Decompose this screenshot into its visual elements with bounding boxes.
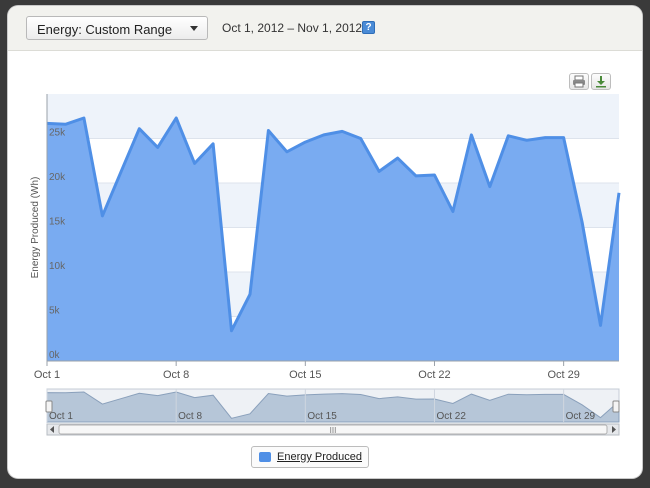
navigator-label: Oct 29 bbox=[566, 411, 596, 422]
navigator-label: Oct 1 bbox=[49, 411, 73, 422]
y-tick-label: 15k bbox=[49, 217, 66, 228]
legend-label: Energy Produced bbox=[277, 451, 362, 463]
energy-chart: 0k 5k 10k 15k 20k 25k Energy Produced (Wh) Oct … bbox=[30, 94, 621, 436]
x-tick-label: Oct 29 bbox=[547, 369, 579, 381]
y-axis-title: Energy Produced (Wh) bbox=[30, 177, 41, 279]
navigator-label: Oct 8 bbox=[178, 411, 202, 422]
y-tick-label: 10k bbox=[49, 261, 66, 272]
y-tick-label: 20k bbox=[49, 172, 66, 183]
navigator-label: Oct 15 bbox=[307, 411, 337, 422]
x-tick-label: Oct 1 bbox=[34, 369, 60, 381]
energy-widget: Energy: Custom Range Oct 1, 2012 – Nov 1… bbox=[8, 6, 642, 478]
y-tick-label: 0k bbox=[49, 350, 61, 361]
x-tick-label: Oct 15 bbox=[289, 369, 321, 381]
x-tick-label: Oct 22 bbox=[418, 369, 450, 381]
series-area-energy-produced bbox=[47, 118, 619, 361]
y-tick-label: 25k bbox=[49, 128, 66, 139]
legend-swatch bbox=[259, 452, 271, 462]
navigator-handle[interactable] bbox=[45, 400, 53, 413]
legend-item-energy-produced[interactable]: Energy Produced bbox=[251, 446, 369, 468]
scrollbar-grip: III bbox=[330, 426, 337, 435]
x-tick-label: Oct 8 bbox=[163, 369, 189, 381]
navigator-handle[interactable] bbox=[612, 400, 620, 413]
y-tick-label: 5k bbox=[49, 306, 61, 317]
navigator-label: Oct 22 bbox=[436, 411, 466, 422]
